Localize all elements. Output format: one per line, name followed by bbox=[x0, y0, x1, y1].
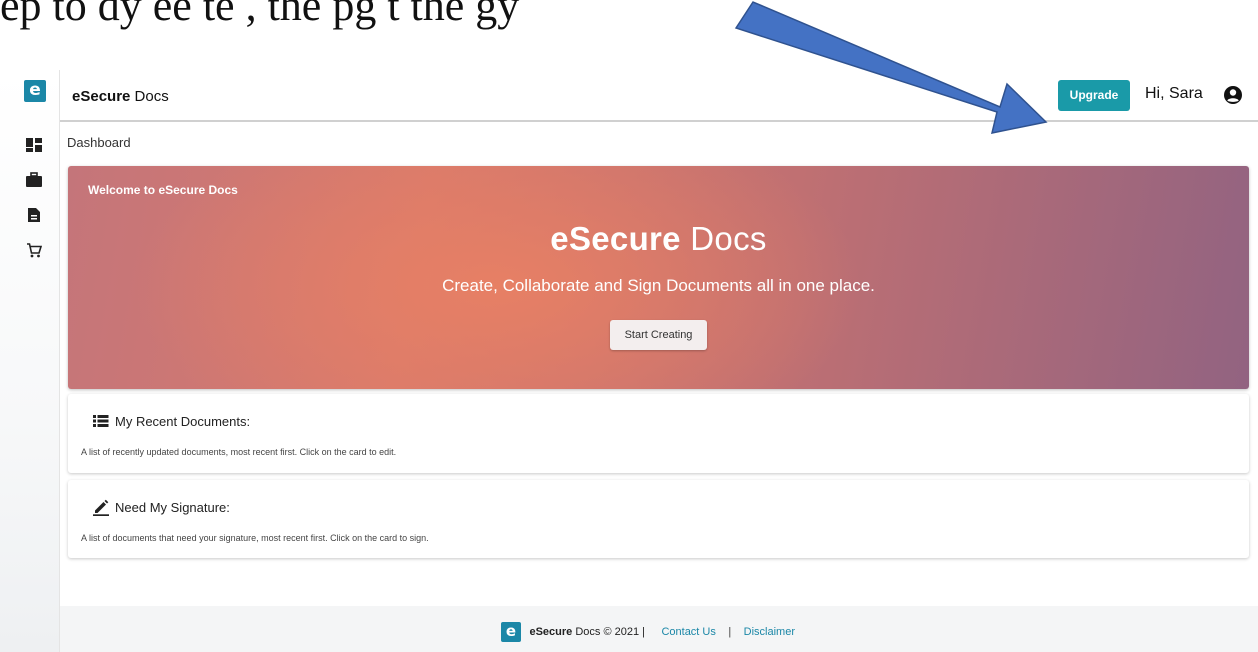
welcome-banner: Welcome to eSecure Docs eSecure Docs Cre… bbox=[68, 166, 1249, 389]
welcome-text: Welcome to eSecure Docs bbox=[88, 183, 238, 197]
pen-icon bbox=[92, 498, 110, 516]
recent-documents-card[interactable]: My Recent Documents: A list of recently … bbox=[68, 394, 1249, 473]
card-description: A list of documents that need your signa… bbox=[81, 533, 429, 543]
hero-tagline: Create, Collaborate and Sign Documents a… bbox=[442, 276, 875, 295]
footer: e eSecure Docs © 2021 | Contact Us | Dis… bbox=[60, 606, 1258, 652]
hero-title: eSecure Docs bbox=[550, 220, 767, 257]
top-caption-text: ep to dy ee te , the pg t the gy bbox=[0, 0, 520, 30]
card-title: Need My Signature: bbox=[115, 500, 230, 515]
footer-content: e eSecure Docs © 2021 | Contact Us | Dis… bbox=[501, 622, 795, 642]
cart-icon[interactable] bbox=[26, 242, 42, 258]
user-greeting: Hi, Sara bbox=[1145, 85, 1203, 102]
contact-us-link[interactable]: Contact Us bbox=[661, 626, 715, 638]
disclaimer-link[interactable]: Disclaimer bbox=[744, 626, 795, 638]
app-logo[interactable]: e bbox=[24, 80, 46, 102]
list-icon bbox=[92, 412, 110, 430]
card-description: A list of recently updated documents, mo… bbox=[81, 447, 397, 457]
app-title: eSecure Docs bbox=[72, 88, 169, 105]
breadcrumb: Dashboard bbox=[67, 135, 131, 150]
card-title: My Recent Documents: bbox=[115, 414, 251, 429]
upgrade-button[interactable]: Upgrade bbox=[1058, 80, 1130, 111]
need-signature-card[interactable]: Need My Signature: A list of documents t… bbox=[68, 480, 1249, 558]
briefcase-icon[interactable] bbox=[26, 172, 42, 188]
footer-separator: | bbox=[728, 626, 732, 638]
document-icon[interactable] bbox=[26, 207, 42, 223]
footer-copyright: eSecure Docs © 2021 | bbox=[529, 626, 645, 638]
footer-logo: e bbox=[501, 622, 521, 642]
start-creating-button[interactable]: Start Creating bbox=[610, 320, 707, 350]
top-header: eSecure Docs Upgrade Hi, Sara bbox=[60, 70, 1258, 122]
sidebar: e bbox=[0, 70, 60, 652]
dashboard-icon[interactable] bbox=[26, 137, 42, 153]
account-icon[interactable] bbox=[1223, 85, 1243, 105]
